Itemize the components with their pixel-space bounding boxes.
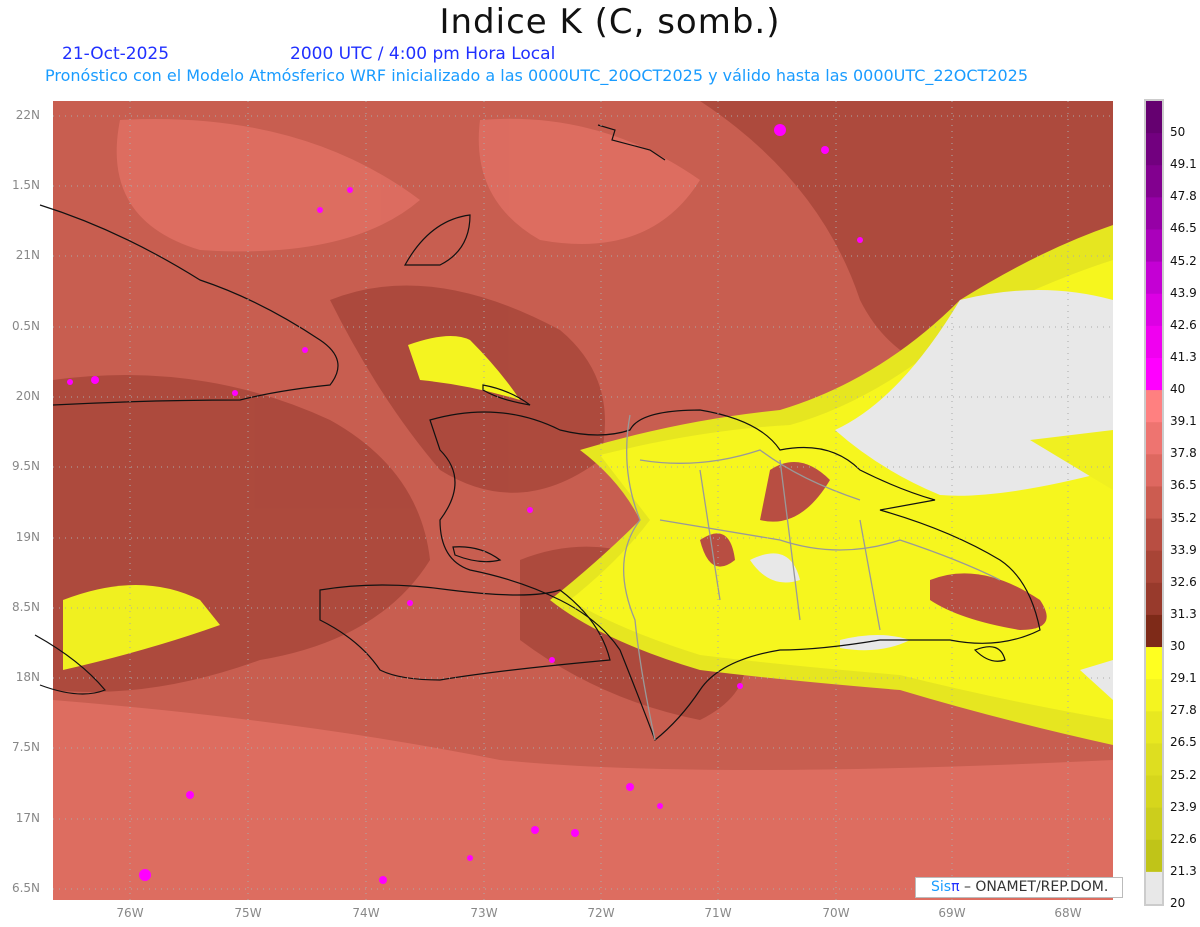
colorbar [1146, 101, 1162, 905]
colorbar-swatch [1146, 197, 1162, 230]
colorbar-label: 20 [1170, 896, 1186, 910]
colorbar-label: 43.9 [1170, 285, 1197, 300]
colorbar-label: 25.2 [1170, 767, 1197, 782]
colorbar-label: 27.8 [1170, 703, 1197, 718]
lat-tick-label: 18N [15, 670, 40, 684]
credit-brand: Sis [931, 879, 952, 895]
lon-tick-label: 72W [587, 906, 615, 920]
colorbar-swatch [1146, 807, 1162, 841]
lat-tick-label: 22N [15, 108, 40, 122]
colorbar-label: 29.1 [1170, 671, 1197, 686]
colorbar-swatch [1146, 839, 1162, 873]
colorbar-swatch [1146, 293, 1162, 327]
colorbar-swatch [1146, 229, 1162, 263]
lon-tick-label: 76W [116, 906, 144, 920]
lon-tick-label: 69W [938, 906, 966, 920]
colorbar-swatch [1146, 486, 1162, 520]
lon-tick-label: 75W [234, 906, 262, 920]
colorbar-swatch [1146, 133, 1162, 166]
lat-tick-label: 1.5N [11, 178, 40, 192]
colorbar-label: 49.1 [1170, 157, 1197, 172]
lon-tick-label: 74W [352, 906, 380, 920]
colorbar-swatch [1146, 325, 1162, 359]
colorbar-swatch [1146, 165, 1162, 198]
colorbar-swatch [1146, 582, 1162, 616]
colorbar-swatch [1146, 550, 1162, 584]
colorbar-label: 40 [1170, 382, 1186, 397]
map-title: Indice K (C, somb.) [439, 2, 781, 42]
lat-tick-label: 8.5N [11, 600, 40, 614]
colorbar-label: 36.5 [1170, 478, 1197, 493]
lat-tick-label: 20N [15, 389, 40, 403]
colorbar-swatch [1146, 261, 1162, 295]
colorbar-label: 45.2 [1170, 253, 1197, 268]
lat-tick-label: 21N [15, 248, 40, 262]
colorbar-label: 46.5 [1170, 221, 1197, 236]
colorbar-label: 50 [1170, 125, 1186, 140]
colorbar-swatch [1146, 614, 1162, 648]
colorbar-swatch [1146, 422, 1162, 455]
colorbar-swatch [1146, 390, 1162, 423]
forecast-date: 21-Oct-2025 [62, 44, 170, 64]
colorbar-label: 41.3 [1170, 349, 1197, 364]
pi-logo-icon: π [951, 879, 960, 895]
colorbar-label: 33.9 [1170, 542, 1197, 557]
colorbar-swatch [1146, 454, 1162, 487]
colorbar-swatch [1146, 743, 1162, 777]
lat-tick-label: 17N [15, 811, 40, 825]
model-subtitle: Pronóstico con el Modelo Atmósferico WRF… [45, 66, 1029, 85]
colorbar-swatch [1146, 518, 1162, 552]
colorbar-label: 47.8 [1170, 189, 1197, 204]
forecast-time: 2000 UTC / 4:00 pm Hora Local [290, 44, 556, 64]
lon-tick-label: 68W [1054, 906, 1082, 920]
colorbar-swatch [1146, 711, 1162, 744]
colorbar-label: 22.6 [1170, 831, 1197, 846]
colorbar-label: 30 [1170, 639, 1186, 654]
lon-tick-label: 73W [470, 906, 498, 920]
colorbar-label: 26.5 [1170, 735, 1197, 750]
colorbar-swatch [1146, 775, 1162, 809]
colorbar-swatch [1146, 679, 1162, 712]
colorbar-label: 23.9 [1170, 799, 1197, 814]
colorbar-swatch [1146, 871, 1162, 905]
credit-box: Sisπ – ONAMET/REP.DOM. [915, 877, 1123, 898]
colorbar-label: 37.8 [1170, 446, 1197, 461]
credit-text: – ONAMET/REP.DOM. [959, 879, 1109, 895]
k-index-map [34, 99, 1164, 906]
colorbar-label: 35.2 [1170, 510, 1197, 525]
colorbar-swatch [1146, 357, 1162, 391]
colorbar-swatch [1146, 647, 1162, 680]
lat-tick-label: 6.5N [11, 881, 40, 895]
lat-tick-label: 9.5N [11, 459, 40, 473]
colorbar-label: 21.3 [1170, 863, 1197, 878]
colorbar-swatch [1146, 101, 1162, 134]
lat-tick-label: 0.5N [11, 319, 40, 333]
colorbar-label: 32.6 [1170, 574, 1197, 589]
colorbar-label: 39.1 [1170, 414, 1197, 429]
lat-tick-label: 19N [15, 530, 40, 544]
lat-tick-label: 7.5N [11, 740, 40, 754]
colorbar-label: 42.6 [1170, 317, 1197, 332]
colorbar-label: 31.3 [1170, 606, 1197, 621]
lon-tick-label: 70W [822, 906, 850, 920]
lon-tick-label: 71W [704, 906, 732, 920]
